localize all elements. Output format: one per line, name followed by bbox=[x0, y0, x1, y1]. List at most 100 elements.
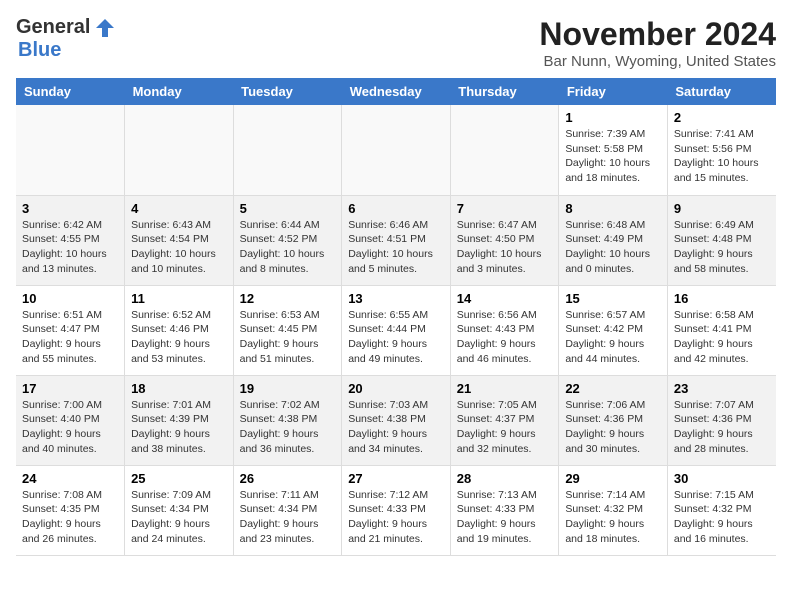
logo: General Blue bbox=[16, 16, 116, 62]
day-number: 25 bbox=[131, 471, 227, 486]
day-number: 9 bbox=[674, 201, 770, 216]
calendar-cell: 18 Sunrise: 7:01 AM Sunset: 4:39 PM Dayli… bbox=[125, 375, 234, 465]
calendar-cell: 26 Sunrise: 7:11 AM Sunset: 4:34 PM Dayli… bbox=[233, 465, 342, 555]
day-info: Sunrise: 7:00 AM Sunset: 4:40 PM Dayligh… bbox=[22, 398, 118, 457]
weekday-header-wednesday: Wednesday bbox=[342, 78, 451, 105]
day-info: Sunrise: 7:09 AM Sunset: 4:34 PM Dayligh… bbox=[131, 488, 227, 547]
calendar-cell bbox=[125, 105, 234, 195]
weekday-header-sunday: Sunday bbox=[16, 78, 125, 105]
header: General Blue November 2024 Bar Nunn, Wyo… bbox=[16, 16, 776, 70]
day-number: 14 bbox=[457, 291, 553, 306]
calendar-cell bbox=[450, 105, 559, 195]
day-number: 13 bbox=[348, 291, 444, 306]
calendar-cell: 16 Sunrise: 6:58 AM Sunset: 4:41 PM Dayli… bbox=[667, 285, 776, 375]
day-number: 23 bbox=[674, 381, 770, 396]
day-info: Sunrise: 6:46 AM Sunset: 4:51 PM Dayligh… bbox=[348, 218, 444, 277]
day-number: 12 bbox=[240, 291, 336, 306]
day-info: Sunrise: 6:52 AM Sunset: 4:46 PM Dayligh… bbox=[131, 308, 227, 367]
day-info: Sunrise: 6:44 AM Sunset: 4:52 PM Dayligh… bbox=[240, 218, 336, 277]
day-info: Sunrise: 6:43 AM Sunset: 4:54 PM Dayligh… bbox=[131, 218, 227, 277]
calendar-cell: 2 Sunrise: 7:41 AM Sunset: 5:56 PM Daylig… bbox=[667, 105, 776, 195]
weekday-header-saturday: Saturday bbox=[667, 78, 776, 105]
day-number: 26 bbox=[240, 471, 336, 486]
weekday-header-row: SundayMondayTuesdayWednesdayThursdayFrid… bbox=[16, 78, 776, 105]
day-number: 5 bbox=[240, 201, 336, 216]
calendar-cell: 30 Sunrise: 7:15 AM Sunset: 4:32 PM Dayli… bbox=[667, 465, 776, 555]
logo-blue-text: Blue bbox=[18, 39, 61, 62]
calendar-week-row: 17 Sunrise: 7:00 AM Sunset: 4:40 PM Dayli… bbox=[16, 375, 776, 465]
weekday-header-thursday: Thursday bbox=[450, 78, 559, 105]
calendar-cell: 28 Sunrise: 7:13 AM Sunset: 4:33 PM Dayli… bbox=[450, 465, 559, 555]
calendar-cell: 3Sunrise: 6:42 AM Sunset: 4:55 PM Daylig… bbox=[16, 195, 125, 285]
day-info: Sunrise: 6:56 AM Sunset: 4:43 PM Dayligh… bbox=[457, 308, 553, 367]
day-number: 19 bbox=[240, 381, 336, 396]
calendar-cell: 29 Sunrise: 7:14 AM Sunset: 4:32 PM Dayli… bbox=[559, 465, 668, 555]
calendar-cell: 13 Sunrise: 6:55 AM Sunset: 4:44 PM Dayli… bbox=[342, 285, 451, 375]
day-info: Sunrise: 6:51 AM Sunset: 4:47 PM Dayligh… bbox=[22, 308, 118, 367]
calendar-cell: 11 Sunrise: 6:52 AM Sunset: 4:46 PM Dayli… bbox=[125, 285, 234, 375]
day-number: 8 bbox=[565, 201, 661, 216]
day-info: Sunrise: 7:39 AM Sunset: 5:58 PM Dayligh… bbox=[565, 127, 661, 186]
weekday-header-tuesday: Tuesday bbox=[233, 78, 342, 105]
calendar-cell bbox=[342, 105, 451, 195]
calendar-week-row: 1 Sunrise: 7:39 AM Sunset: 5:58 PM Daylig… bbox=[16, 105, 776, 195]
title-area: November 2024 Bar Nunn, Wyoming, United … bbox=[539, 16, 776, 70]
day-info: Sunrise: 7:11 AM Sunset: 4:34 PM Dayligh… bbox=[240, 488, 336, 547]
calendar-cell: 17 Sunrise: 7:00 AM Sunset: 4:40 PM Dayli… bbox=[16, 375, 125, 465]
day-info: Sunrise: 7:12 AM Sunset: 4:33 PM Dayligh… bbox=[348, 488, 444, 547]
day-number: 28 bbox=[457, 471, 553, 486]
day-number: 29 bbox=[565, 471, 661, 486]
calendar-week-row: 10Sunrise: 6:51 AM Sunset: 4:47 PM Dayli… bbox=[16, 285, 776, 375]
day-info: Sunrise: 6:58 AM Sunset: 4:41 PM Dayligh… bbox=[674, 308, 770, 367]
calendar-cell: 1 Sunrise: 7:39 AM Sunset: 5:58 PM Daylig… bbox=[559, 105, 668, 195]
day-number: 11 bbox=[131, 291, 227, 306]
day-number: 4 bbox=[131, 201, 227, 216]
logo-icon bbox=[94, 17, 116, 39]
day-number: 7 bbox=[457, 201, 553, 216]
day-number: 3 bbox=[22, 201, 118, 216]
day-number: 16 bbox=[674, 291, 770, 306]
day-info: Sunrise: 7:15 AM Sunset: 4:32 PM Dayligh… bbox=[674, 488, 770, 547]
day-info: Sunrise: 6:47 AM Sunset: 4:50 PM Dayligh… bbox=[457, 218, 553, 277]
day-number: 1 bbox=[565, 110, 661, 125]
calendar-cell: 5 Sunrise: 6:44 AM Sunset: 4:52 PM Daylig… bbox=[233, 195, 342, 285]
day-info: Sunrise: 7:14 AM Sunset: 4:32 PM Dayligh… bbox=[565, 488, 661, 547]
day-info: Sunrise: 6:53 AM Sunset: 4:45 PM Dayligh… bbox=[240, 308, 336, 367]
day-info: Sunrise: 7:06 AM Sunset: 4:36 PM Dayligh… bbox=[565, 398, 661, 457]
logo-general-text: General bbox=[16, 16, 90, 39]
calendar-week-row: 3Sunrise: 6:42 AM Sunset: 4:55 PM Daylig… bbox=[16, 195, 776, 285]
calendar-cell: 12 Sunrise: 6:53 AM Sunset: 4:45 PM Dayli… bbox=[233, 285, 342, 375]
calendar-cell: 23 Sunrise: 7:07 AM Sunset: 4:36 PM Dayli… bbox=[667, 375, 776, 465]
calendar-cell: 6 Sunrise: 6:46 AM Sunset: 4:51 PM Daylig… bbox=[342, 195, 451, 285]
day-info: Sunrise: 7:41 AM Sunset: 5:56 PM Dayligh… bbox=[674, 127, 770, 186]
day-info: Sunrise: 6:57 AM Sunset: 4:42 PM Dayligh… bbox=[565, 308, 661, 367]
calendar-cell bbox=[16, 105, 125, 195]
day-info: Sunrise: 7:02 AM Sunset: 4:38 PM Dayligh… bbox=[240, 398, 336, 457]
day-number: 6 bbox=[348, 201, 444, 216]
calendar-cell bbox=[233, 105, 342, 195]
day-info: Sunrise: 7:07 AM Sunset: 4:36 PM Dayligh… bbox=[674, 398, 770, 457]
calendar-cell: 15 Sunrise: 6:57 AM Sunset: 4:42 PM Dayli… bbox=[559, 285, 668, 375]
day-number: 17 bbox=[22, 381, 118, 396]
calendar-cell: 14 Sunrise: 6:56 AM Sunset: 4:43 PM Dayli… bbox=[450, 285, 559, 375]
day-info: Sunrise: 7:13 AM Sunset: 4:33 PM Dayligh… bbox=[457, 488, 553, 547]
calendar-cell: 24Sunrise: 7:08 AM Sunset: 4:35 PM Dayli… bbox=[16, 465, 125, 555]
day-number: 2 bbox=[674, 110, 770, 125]
day-info: Sunrise: 7:08 AM Sunset: 4:35 PM Dayligh… bbox=[22, 488, 118, 547]
day-info: Sunrise: 6:49 AM Sunset: 4:48 PM Dayligh… bbox=[674, 218, 770, 277]
day-info: Sunrise: 7:05 AM Sunset: 4:37 PM Dayligh… bbox=[457, 398, 553, 457]
day-number: 30 bbox=[674, 471, 770, 486]
day-info: Sunrise: 7:03 AM Sunset: 4:38 PM Dayligh… bbox=[348, 398, 444, 457]
day-number: 18 bbox=[131, 381, 227, 396]
calendar-cell: 10Sunrise: 6:51 AM Sunset: 4:47 PM Dayli… bbox=[16, 285, 125, 375]
calendar-table: SundayMondayTuesdayWednesdayThursdayFrid… bbox=[16, 78, 776, 556]
weekday-header-friday: Friday bbox=[559, 78, 668, 105]
day-info: Sunrise: 6:55 AM Sunset: 4:44 PM Dayligh… bbox=[348, 308, 444, 367]
calendar-cell: 27Sunrise: 7:12 AM Sunset: 4:33 PM Dayli… bbox=[342, 465, 451, 555]
weekday-header-monday: Monday bbox=[125, 78, 234, 105]
day-number: 15 bbox=[565, 291, 661, 306]
day-info: Sunrise: 7:01 AM Sunset: 4:39 PM Dayligh… bbox=[131, 398, 227, 457]
day-number: 22 bbox=[565, 381, 661, 396]
day-number: 21 bbox=[457, 381, 553, 396]
calendar-cell: 8Sunrise: 6:48 AM Sunset: 4:49 PM Daylig… bbox=[559, 195, 668, 285]
